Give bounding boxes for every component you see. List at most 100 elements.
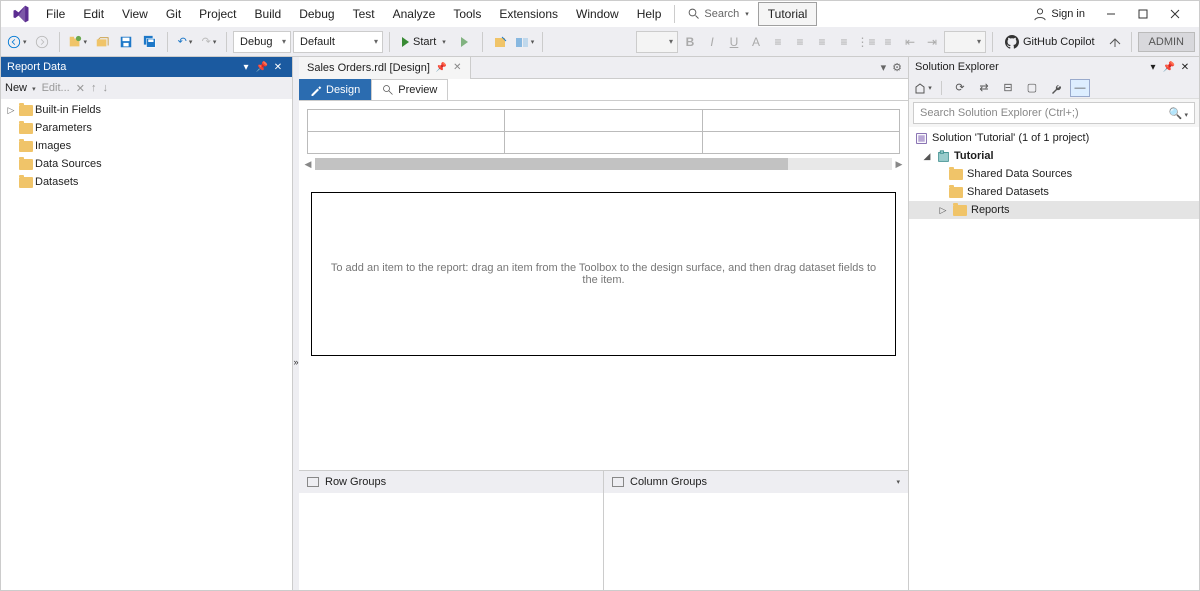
design-tab[interactable]: Design xyxy=(299,79,371,100)
preview-tab[interactable]: Preview xyxy=(371,79,448,100)
menu-project[interactable]: Project xyxy=(190,3,245,25)
solution-node[interactable]: Solution 'Tutorial' (1 of 1 project) xyxy=(909,129,1199,147)
config-combo[interactable]: Debug xyxy=(233,31,291,53)
platform-combo[interactable]: Default xyxy=(293,31,383,53)
scroll-track[interactable] xyxy=(315,158,892,170)
se-switch-button[interactable]: ⇄ xyxy=(974,79,994,97)
document-tab[interactable]: Sales Orders.rdl [Design] 📌 ✕ xyxy=(299,57,471,79)
unknown-combo[interactable] xyxy=(636,31,678,53)
unknown-combo-2[interactable] xyxy=(944,31,986,53)
rd-delete-button[interactable]: ✕ xyxy=(76,82,85,95)
list-bullet-button[interactable]: ⋮≡ xyxy=(856,32,876,52)
main-toolbar: ▾ ▾ ↶▾ ↷▾ Debug Default Start ▾ ▾ B I U … xyxy=(1,27,1199,57)
toolbar-misc-2[interactable]: ▾ xyxy=(513,31,537,53)
menu-git[interactable]: Git xyxy=(157,3,190,25)
se-shared-datasets[interactable]: Shared Datasets xyxy=(909,183,1199,201)
tree-images[interactable]: Images xyxy=(1,137,292,155)
start-without-debug-button[interactable] xyxy=(454,31,476,53)
pin-icon[interactable]: 📌 xyxy=(254,62,270,73)
scroll-thumb[interactable] xyxy=(315,158,788,170)
doc-gear-icon[interactable]: ⚙ xyxy=(892,61,902,74)
list-number-button[interactable]: ≡ xyxy=(878,32,898,52)
se-properties-button[interactable] xyxy=(1046,79,1066,97)
se-reports[interactable]: ▷Reports xyxy=(909,201,1199,219)
preview-icon xyxy=(382,84,394,96)
project-node[interactable]: ◢ Tutorial xyxy=(909,147,1199,165)
tree-data-sources[interactable]: Data Sources xyxy=(1,155,292,173)
solution-explorer-search[interactable]: Search Solution Explorer (Ctrl+;) 🔍▾ xyxy=(913,102,1195,124)
menu-analyze[interactable]: Analyze xyxy=(384,3,445,25)
font-color-button[interactable]: A xyxy=(746,32,766,52)
expander-icon[interactable]: ▷ xyxy=(937,205,949,216)
search-box[interactable]: Search ▾ xyxy=(679,5,757,23)
sign-in-button[interactable]: Sign in xyxy=(1025,5,1093,23)
align-center-button[interactable]: ≡ xyxy=(790,32,810,52)
report-body-placeholder[interactable]: To add an item to the report: drag an it… xyxy=(311,192,896,356)
underline-button[interactable]: U xyxy=(724,32,744,52)
close-button[interactable] xyxy=(1161,4,1189,24)
menu-tools[interactable]: Tools xyxy=(444,3,490,25)
bold-button[interactable]: B xyxy=(680,32,700,52)
se-show-all-button[interactable]: ▢ xyxy=(1022,79,1042,97)
menu-view[interactable]: View xyxy=(113,3,157,25)
table-header-region[interactable] xyxy=(299,101,908,156)
indent-button[interactable]: ⇥ xyxy=(922,32,942,52)
menu-help[interactable]: Help xyxy=(628,3,671,25)
horizontal-scrollbar[interactable]: ◀ ▶ xyxy=(299,156,908,172)
menu-tutorial[interactable]: Tutorial xyxy=(758,2,818,26)
align-justify-button[interactable]: ≡ xyxy=(834,32,854,52)
share-button[interactable] xyxy=(1103,31,1125,53)
tree-builtin-fields[interactable]: ▷Built-in Fields xyxy=(1,101,292,119)
expander-icon[interactable]: ▷ xyxy=(5,105,17,116)
menu-file[interactable]: File xyxy=(37,3,74,25)
outdent-button[interactable]: ⇤ xyxy=(900,32,920,52)
new-project-button[interactable]: ▾ xyxy=(66,31,90,53)
chevron-down-icon[interactable]: ▾ xyxy=(896,478,900,486)
menu-edit[interactable]: Edit xyxy=(74,3,113,25)
scroll-right-button[interactable]: ▶ xyxy=(892,159,906,170)
rd-down-button[interactable]: ↓ xyxy=(102,82,108,94)
menu-debug[interactable]: Debug xyxy=(290,3,343,25)
row-groups-body[interactable] xyxy=(299,493,603,590)
align-left-button[interactable]: ≡ xyxy=(768,32,788,52)
close-icon[interactable]: ✕ xyxy=(1177,62,1193,73)
menu-build[interactable]: Build xyxy=(246,3,291,25)
maximize-button[interactable] xyxy=(1129,4,1157,24)
toolbar-misc-1[interactable] xyxy=(489,31,511,53)
panel-menu-button[interactable]: ▾ xyxy=(1145,62,1161,73)
pin-icon[interactable]: 📌 xyxy=(1161,62,1177,73)
scroll-left-button[interactable]: ◀ xyxy=(301,159,315,170)
redo-button[interactable]: ↷▾ xyxy=(198,31,220,53)
menu-test[interactable]: Test xyxy=(344,3,384,25)
se-sync-button[interactable]: ⟳ xyxy=(950,79,970,97)
minimize-button[interactable] xyxy=(1097,4,1125,24)
se-home-button[interactable]: ▾ xyxy=(913,79,933,97)
rd-edit-button[interactable]: Edit... xyxy=(42,82,70,94)
nav-forward-button[interactable] xyxy=(31,31,53,53)
se-shared-data-sources[interactable]: Shared Data Sources xyxy=(909,165,1199,183)
tree-datasets[interactable]: Datasets xyxy=(1,173,292,191)
doc-dropdown-button[interactable]: ▾ xyxy=(881,61,887,74)
close-icon[interactable]: ✕ xyxy=(453,62,461,73)
column-groups-body[interactable] xyxy=(604,493,908,590)
copilot-button[interactable]: GitHub Copilot xyxy=(999,35,1101,49)
se-preview-button[interactable]: — xyxy=(1070,79,1090,97)
align-right-button[interactable]: ≡ xyxy=(812,32,832,52)
italic-button[interactable]: I xyxy=(702,32,722,52)
tree-parameters[interactable]: Parameters xyxy=(1,119,292,137)
save-all-button[interactable] xyxy=(139,31,161,53)
expander-icon[interactable]: ◢ xyxy=(921,151,933,162)
menu-window[interactable]: Window xyxy=(567,3,628,25)
close-icon[interactable]: ✕ xyxy=(270,62,286,73)
menu-extensions[interactable]: Extensions xyxy=(490,3,567,25)
panel-menu-button[interactable]: ▾ xyxy=(238,62,254,73)
pin-icon[interactable]: 📌 xyxy=(436,62,447,73)
nav-back-button[interactable]: ▾ xyxy=(5,31,29,53)
undo-button[interactable]: ↶▾ xyxy=(174,31,196,53)
rd-new-button[interactable]: New ▾ xyxy=(5,82,36,94)
start-button[interactable]: Start ▾ xyxy=(396,31,452,53)
se-collapse-button[interactable]: ⊟ xyxy=(998,79,1018,97)
save-button[interactable] xyxy=(115,31,137,53)
open-button[interactable] xyxy=(91,31,113,53)
rd-up-button[interactable]: ↑ xyxy=(91,82,97,94)
